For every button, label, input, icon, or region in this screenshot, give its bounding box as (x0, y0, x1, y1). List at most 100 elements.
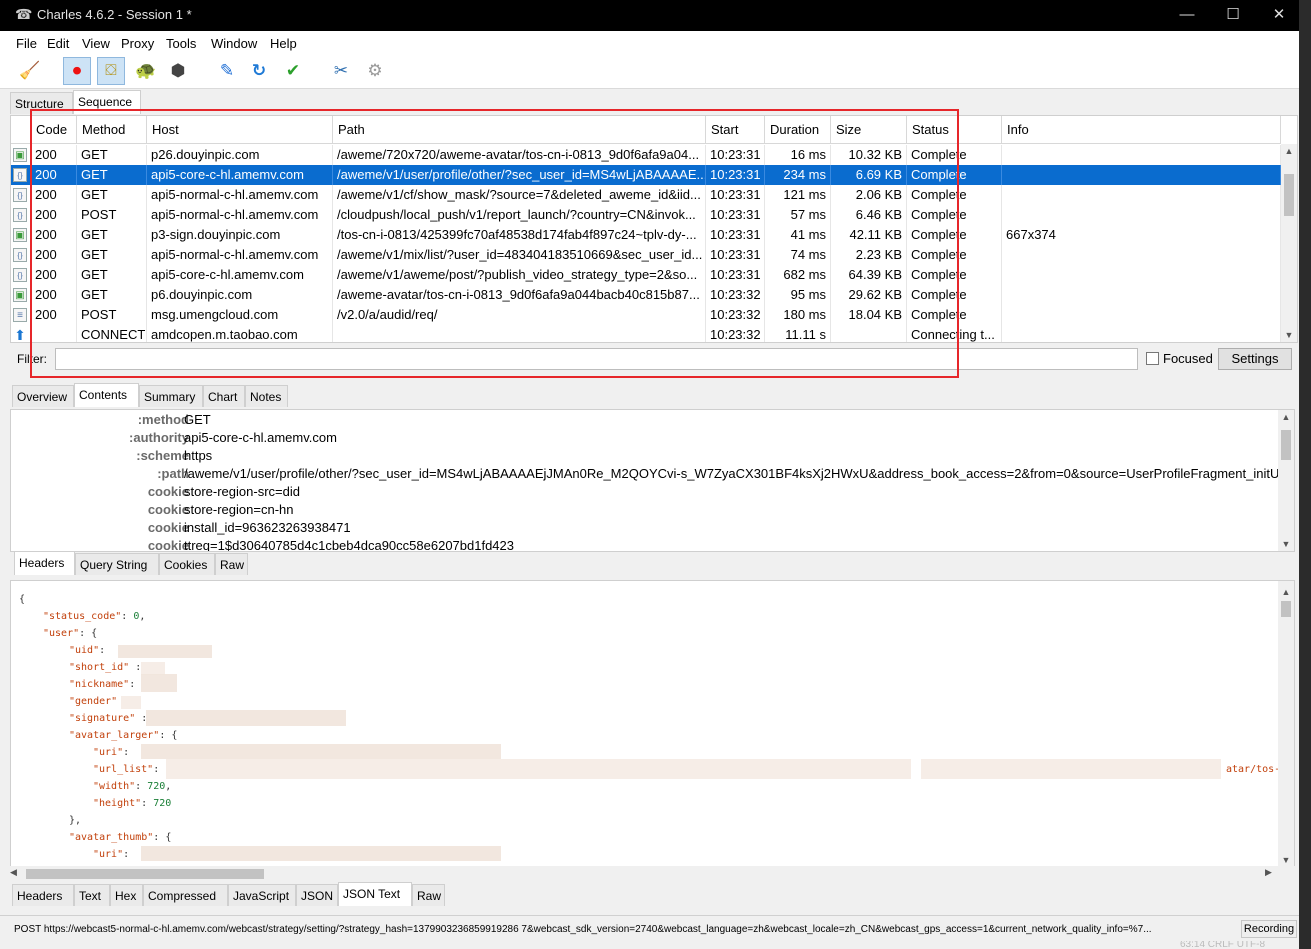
column-path[interactable]: Path (333, 116, 706, 144)
focused-checkbox[interactable] (1146, 352, 1159, 365)
menu-tools[interactable]: Tools (166, 36, 196, 51)
tab-chart[interactable]: Chart (203, 385, 245, 407)
cell-info (1002, 325, 1281, 342)
tab-structure[interactable]: Structure (10, 92, 73, 114)
throttle-icon[interactable]: ⛋ (97, 57, 125, 85)
check-icon[interactable]: ✔ (280, 58, 306, 84)
scroll-thumb[interactable] (26, 869, 264, 879)
menu-window[interactable]: Window (211, 36, 257, 51)
menu-help[interactable]: Help (270, 36, 297, 51)
minimize-button[interactable]: — (1164, 2, 1210, 28)
json-vertical-scrollbar[interactable]: ▲ ▼ (1278, 581, 1294, 867)
tab-cookies[interactable]: Cookies (159, 553, 215, 575)
tab-contents[interactable]: Contents (74, 383, 139, 407)
cell-path: /tos-cn-i-0813/425399fc70af48538d174fab4… (333, 225, 706, 245)
tab-raw[interactable]: Raw (412, 884, 445, 906)
column-method[interactable]: Method (77, 116, 147, 144)
cell-duration: 74 ms (765, 245, 831, 265)
tab-json[interactable]: JSON (296, 884, 338, 906)
settings-gear-icon[interactable]: ⚙ (362, 58, 388, 84)
table-row[interactable]: ▣ 200 GET p3-sign.douyinpic.com/tos-cn-i-08… (11, 225, 1281, 245)
scroll-down-icon[interactable]: ▼ (1281, 328, 1297, 342)
column-duration[interactable]: Duration (765, 116, 831, 144)
scroll-up-icon[interactable]: ▲ (1278, 585, 1294, 599)
tab-hex[interactable]: Hex (110, 884, 143, 906)
table-row[interactable]: ≡ 200 POST msg.umengcloud.com/v2.0/a/audid/… (11, 305, 1281, 325)
header-value: ttreq=1$d30640785d4c1cbeb4dca90cc58e6207… (184, 538, 514, 552)
tab-query-string[interactable]: Query String (75, 553, 159, 575)
menu-file[interactable]: File (16, 36, 37, 51)
column-status[interactable]: Status (907, 116, 1002, 144)
maximize-button[interactable]: ☐ (1210, 2, 1256, 28)
table-row[interactable]: {} 200 GET api5-core-c-hl.amemv.com/aweme/v… (11, 265, 1281, 285)
scroll-down-icon[interactable]: ▼ (1278, 853, 1294, 867)
recording-button[interactable]: Recording (1241, 920, 1297, 938)
tab-raw[interactable]: Raw (215, 553, 248, 575)
filter-input[interactable] (55, 348, 1138, 370)
close-window-button[interactable]: ✕ (1256, 2, 1299, 28)
scroll-thumb[interactable] (1281, 601, 1291, 617)
turtle-icon[interactable]: 🐢 (133, 58, 159, 84)
cell-start: 10:23:32 (706, 305, 765, 325)
stop-hexagon-icon[interactable]: ⬢ (165, 58, 191, 84)
scroll-left-icon[interactable]: ◀ (10, 867, 17, 878)
tab-headers[interactable]: Headers (14, 551, 75, 575)
header-key: :authority (129, 430, 189, 445)
cell-path: /aweme/v1/aweme/post/?publish_video_stra… (333, 265, 706, 285)
tab-text[interactable]: Text (74, 884, 110, 906)
json-line: "gender" (69, 696, 118, 707)
headers-vertical-scrollbar[interactable]: ▲ ▼ (1278, 410, 1294, 551)
tab-overview[interactable]: Overview (12, 385, 74, 407)
redacted-value (141, 846, 501, 861)
sequence-vertical-scrollbar[interactable]: ▲ ▼ (1281, 144, 1297, 342)
redacted-value (166, 759, 911, 779)
json-line: "avatar_thumb": { (69, 832, 172, 843)
tab-notes[interactable]: Notes (245, 385, 288, 407)
refresh-icon[interactable]: ↻ (246, 58, 272, 84)
table-row[interactable]: {} 200 GET api5-normal-c-hl.amemv.com/aweme… (11, 245, 1281, 265)
cell-code (31, 325, 77, 342)
column-info[interactable]: Info (1002, 116, 1281, 144)
table-row[interactable]: {} 200 GET api5-normal-c-hl.amemv.com/aweme… (11, 185, 1281, 205)
json-horizontal-scrollbar[interactable]: ◀ ▶ (10, 866, 1295, 882)
broom-icon[interactable]: 🧹 (17, 58, 43, 84)
filter-label: Filter: (17, 352, 47, 366)
tab-headers[interactable]: Headers (12, 884, 74, 906)
scroll-up-icon[interactable]: ▲ (1281, 144, 1297, 158)
table-row[interactable]: {} 200 GET api5-core-c-hl.amemv.com/aweme/v… (11, 165, 1281, 185)
cell-duration: 11.11 s (765, 325, 831, 342)
tab-javascript[interactable]: JavaScript (228, 884, 296, 906)
settings-button[interactable]: Settings (1218, 348, 1292, 370)
table-row[interactable]: {} 200 POST api5-normal-c-hl.amemv.com/clou… (11, 205, 1281, 225)
column-size[interactable]: Size (831, 116, 907, 144)
column-code[interactable]: Code (31, 116, 77, 144)
background-editor-strip (1299, 0, 1311, 949)
table-row[interactable]: ▣ 200 GET p26.douyinpic.com/aweme/720x720/a… (11, 145, 1281, 165)
menu-view[interactable]: View (82, 36, 110, 51)
tab-sequence[interactable]: Sequence (73, 90, 141, 114)
json-line: "uid": (69, 645, 106, 656)
scroll-up-icon[interactable]: ▲ (1278, 410, 1294, 424)
table-row[interactable]: ⬆ CONNECT amdcopen.m.taobao.com 10:23:32 11.… (11, 325, 1281, 342)
image-resource-icon: ▣ (13, 288, 27, 302)
scroll-thumb[interactable] (1284, 174, 1294, 216)
column-host[interactable]: Host (147, 116, 333, 144)
menu-proxy[interactable]: Proxy (121, 36, 154, 51)
cell-size: 2.06 KB (831, 185, 907, 205)
pen-icon[interactable]: ✎ (214, 58, 240, 84)
json-resource-icon: {} (13, 168, 27, 182)
column-start[interactable]: Start (706, 116, 765, 144)
cell-info (1002, 305, 1281, 325)
scroll-thumb[interactable] (1281, 430, 1291, 460)
redacted-value (121, 696, 141, 709)
tab-summary[interactable]: Summary (139, 385, 203, 407)
tools-icon[interactable]: ✂ (328, 58, 354, 84)
scroll-right-icon[interactable]: ▶ (1265, 867, 1272, 878)
table-row[interactable]: ▣ 200 GET p6.douyinpic.com/aweme-avatar/tos… (11, 285, 1281, 305)
redacted-value (118, 645, 212, 658)
tab-compressed[interactable]: Compressed (143, 884, 228, 906)
tab-json-text[interactable]: JSON Text (338, 882, 412, 906)
record-icon[interactable]: ⏺ (63, 57, 91, 85)
menu-edit[interactable]: Edit (47, 36, 69, 51)
scroll-down-icon[interactable]: ▼ (1278, 537, 1294, 551)
